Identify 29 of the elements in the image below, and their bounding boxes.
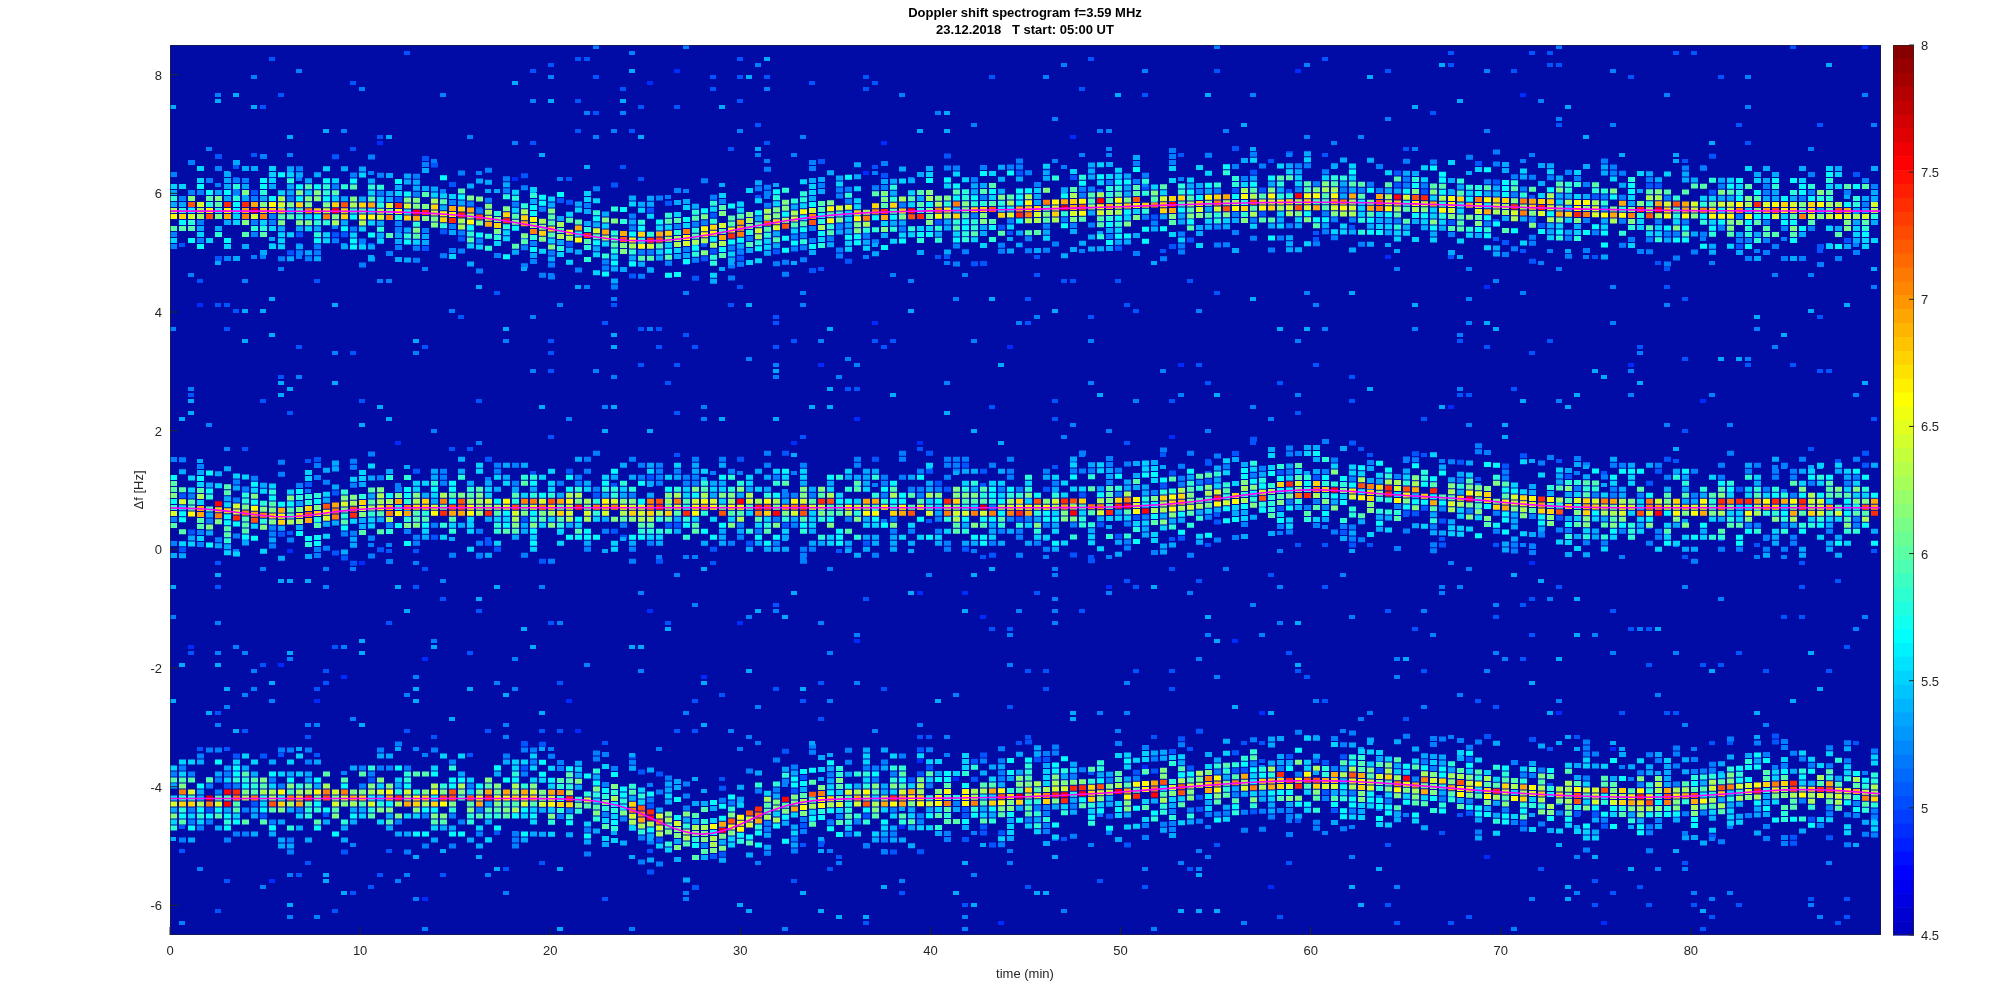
x-tick-label: 60 <box>1303 943 1318 958</box>
x-tick-label: 50 <box>1113 943 1128 958</box>
y-tick-label: 0 <box>154 542 162 558</box>
chart-title: Doppler shift spectrogram f=3.59 MHz <box>908 5 1142 20</box>
y-axis-label: Δf [Hz] <box>131 470 146 510</box>
x-tick-label: 70 <box>1493 943 1508 958</box>
x-tick-label: 30 <box>733 943 748 958</box>
x-tick-label: 40 <box>923 943 938 958</box>
y-tick-label: 6 <box>154 186 162 202</box>
y-tick-label: 8 <box>154 67 162 83</box>
y-tick-label: -6 <box>150 898 162 914</box>
colorbar-tick-label: 7 <box>1921 292 1929 308</box>
colorbar-tick-label: 6.5 <box>1921 419 1940 435</box>
x-tick-label: 10 <box>352 943 368 958</box>
x-tick-label: 20 <box>543 943 558 958</box>
colorbar-tick-label: 6 <box>1921 546 1929 562</box>
colorbar-tick-label: 5 <box>1921 800 1929 816</box>
colorbar-tick-label: 8 <box>1921 38 1929 53</box>
x-tick-label: 80 <box>1683 943 1699 958</box>
x-axis-label: time (min) <box>996 966 1054 981</box>
colorbar-tick-label: 4.5 <box>1921 928 1940 943</box>
y-tick-label: 2 <box>154 423 162 439</box>
colorbar-tick-label: 7.5 <box>1921 165 1940 181</box>
y-tick-label: -2 <box>150 661 162 676</box>
y-tick-label: 4 <box>154 305 162 320</box>
chart-subtitle: 23.12.2018 T start: 05:00 UT <box>936 22 1114 37</box>
x-tick-label: 0 <box>166 943 174 958</box>
y-tick-label: -4 <box>150 779 162 795</box>
colorbar-tick-label: 5.5 <box>1921 673 1940 689</box>
